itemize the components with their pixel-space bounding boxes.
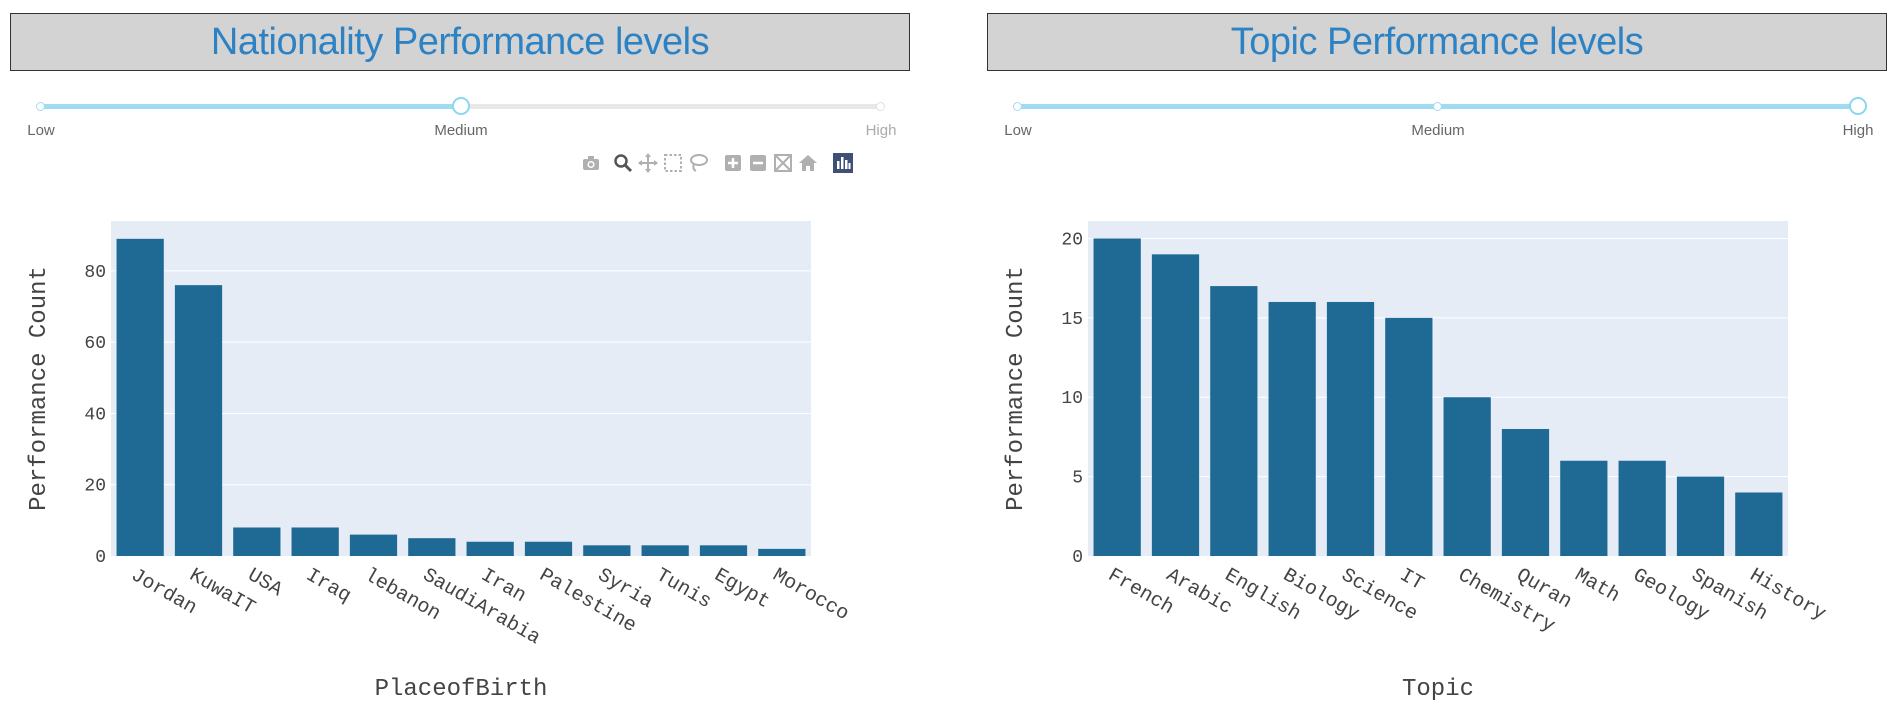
nationality-panel: Nationality Performance levels Low Medium… [0, 0, 920, 709]
bar-lebanon [349, 534, 398, 556]
autoscale-icon[interactable] [772, 152, 794, 174]
bar-usa [233, 527, 281, 556]
bar-english [1210, 286, 1258, 556]
bar-science [1326, 301, 1375, 556]
y-tick-label: 60 [84, 334, 106, 354]
zoom-icon[interactable] [612, 152, 634, 174]
x-axis-title: PlaceofBirth [375, 676, 548, 703]
bar-jordan [116, 238, 164, 556]
reset-axes-icon[interactable] [797, 152, 819, 174]
topic-panel: Topic Performance levels Low Medium High 0… [977, 0, 1896, 709]
nationality-bar-chart[interactable]: 020406080JordanKuwaITUSA Iraq lebanonSaudi… [0, 200, 920, 709]
x-tick-label: Morocco [768, 564, 852, 626]
x-tick-label: Iraq [302, 564, 355, 608]
slider-mark-high[interactable]: High [866, 122, 897, 139]
x-tick-label: Jordan [127, 564, 201, 620]
bar-chemistry [1443, 397, 1491, 556]
bar-egypt [699, 545, 748, 556]
topic-title-box: Topic Performance levels [987, 13, 1887, 71]
bar-history [1735, 492, 1783, 556]
topic-bar-chart[interactable]: 05101520FrenchArabicEnglishBiologyScienc… [977, 200, 1896, 709]
y-tick-label: 0 [1072, 548, 1083, 568]
bar-it [1385, 317, 1433, 556]
y-tick-label: 10 [1061, 389, 1083, 409]
bar-iran [466, 541, 514, 556]
box-select-icon[interactable] [662, 152, 684, 174]
bar-arabic [1151, 254, 1200, 556]
slider-mark-medium[interactable]: Medium [434, 122, 487, 139]
y-tick-label: 80 [84, 263, 106, 283]
slider-mark-low[interactable]: Low [27, 122, 55, 139]
zoom-in-icon[interactable] [722, 152, 744, 174]
plotly-logo-icon[interactable] [832, 152, 854, 174]
slider-dot[interactable] [1433, 102, 1442, 111]
slider-dot[interactable] [876, 102, 885, 111]
bar-palestine [524, 541, 573, 556]
topic-level-slider[interactable]: Low Medium High [1004, 92, 1873, 139]
bar-spanish [1676, 476, 1725, 556]
bar-morocco [758, 548, 806, 556]
nationality-title: Nationality Performance levels [210, 20, 710, 63]
x-axis-title: Topic [1402, 676, 1474, 703]
x-tick-label: Tunis [652, 564, 715, 614]
x-tick-label: IT [1395, 564, 1427, 596]
bar-quran [1501, 428, 1550, 556]
bar-geology [1618, 460, 1666, 556]
bar-kuwait [174, 285, 223, 556]
nationality-level-slider[interactable]: Low Medium High [27, 92, 896, 139]
nationality-title-box: Nationality Performance levels [10, 13, 910, 71]
x-tick-label: Math [1570, 564, 1623, 608]
x-tick-label: Egypt [710, 564, 773, 614]
bar-saudiarabia [408, 538, 456, 556]
topic-title: Topic Performance levels [1230, 20, 1644, 63]
slider-track[interactable] [41, 104, 461, 109]
slider-handle[interactable] [452, 97, 470, 115]
y-axis-title: Performance Count [1003, 266, 1030, 511]
y-tick-label: 20 [84, 477, 106, 497]
x-tick-label: Arabic [1162, 564, 1236, 620]
slider-mark-medium[interactable]: Medium [1411, 122, 1464, 139]
slider-dot[interactable] [1013, 102, 1022, 111]
bar-math [1560, 460, 1608, 556]
bar-tunis [641, 545, 689, 556]
y-tick-label: 40 [84, 405, 106, 425]
y-tick-label: 5 [1072, 469, 1083, 489]
y-tick-label: 0 [95, 548, 106, 568]
slider-mark-low[interactable]: Low [1004, 122, 1032, 139]
lasso-select-icon[interactable] [687, 152, 709, 174]
bar-iraq [291, 527, 339, 556]
zoom-out-icon[interactable] [747, 152, 769, 174]
pan-icon[interactable] [637, 152, 659, 174]
x-tick-label: French [1104, 564, 1178, 620]
slider-dot[interactable] [36, 102, 45, 111]
bar-syria [583, 545, 631, 556]
slider-mark-high[interactable]: High [1843, 122, 1874, 139]
x-tick-label: KuwaIT [185, 564, 259, 620]
bar-french [1093, 238, 1141, 556]
y-tick-label: 15 [1061, 310, 1083, 330]
slider-handle[interactable] [1849, 97, 1867, 115]
bar-biology [1268, 301, 1316, 556]
y-tick-label: 20 [1061, 230, 1083, 250]
camera-icon[interactable] [580, 152, 602, 174]
y-axis-title: Performance Count [26, 266, 53, 511]
